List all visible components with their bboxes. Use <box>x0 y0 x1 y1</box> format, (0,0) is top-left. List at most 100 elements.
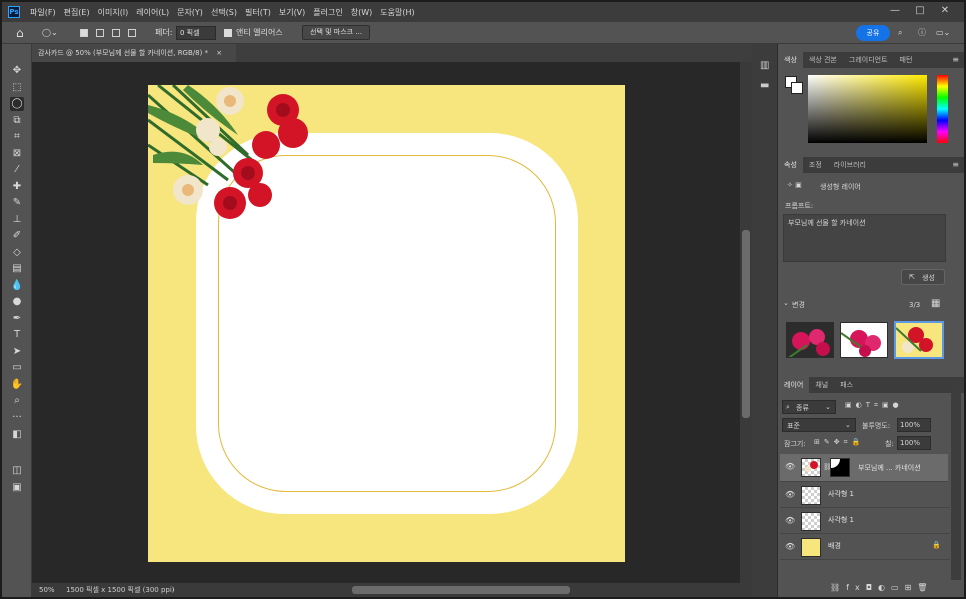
dodge-tool-icon[interactable]: ● <box>10 295 24 309</box>
marquee-tool-icon[interactable]: ⬚ <box>10 81 24 95</box>
menu-window[interactable]: 창(W) <box>347 7 377 18</box>
intersect-selection-icon[interactable] <box>128 29 136 37</box>
variation-thumb-2[interactable] <box>840 322 888 358</box>
menu-file[interactable]: 파일(F) <box>26 7 60 18</box>
brush-tool-icon[interactable]: ✎ <box>10 196 24 210</box>
quick-mask-icon[interactable]: ◫ <box>10 464 24 478</box>
menu-filter[interactable]: 필터(T) <box>241 7 275 18</box>
maximize-button[interactable]: □ <box>910 4 930 18</box>
home-icon[interactable]: ⌂ <box>16 26 24 40</box>
variation-thumb-3[interactable] <box>894 321 944 359</box>
comments-panel-icon[interactable]: ▬ <box>760 80 769 91</box>
subtract-selection-icon[interactable] <box>112 29 120 37</box>
menu-view[interactable]: 보기(V) <box>275 7 309 18</box>
panel-menu-icon[interactable]: ≡ <box>952 55 959 64</box>
menu-help[interactable]: 도움말(H) <box>376 7 418 18</box>
layer-row-generative[interactable]: 👁 ⛓ 부모님께 ... 카네이션 <box>780 454 948 482</box>
layer-row-shape-2[interactable]: 👁 사각형 1 <box>780 508 950 534</box>
zoom-tool-icon[interactable]: ⌕ <box>10 394 24 408</box>
zoom-level[interactable]: 50% <box>39 583 55 597</box>
workspace-icon[interactable]: ▭⌄ <box>936 26 950 40</box>
layer-filter-icons[interactable]: ▣◐T⌗▣● <box>845 401 903 410</box>
horizontal-scroll-thumb[interactable] <box>352 586 570 594</box>
blend-mode-select[interactable]: 표준 ⌄ <box>782 418 856 432</box>
menu-type[interactable]: 문자(Y) <box>173 7 207 18</box>
layer-mask-thumbnail[interactable] <box>830 458 850 477</box>
gradient-tool-icon[interactable]: ▤ <box>10 262 24 276</box>
grid-view-icon[interactable]: ▦ <box>931 298 940 309</box>
rectangle-tool-icon[interactable]: ▭ <box>10 361 24 375</box>
layer-row-shape-1[interactable]: 👁 사각형 1 <box>780 482 950 508</box>
lock-icon: 🔒 <box>932 541 941 549</box>
layer-actions-icons[interactable]: ⛓fx◘◐▭⊞🗑 <box>830 583 933 592</box>
chevron-down-icon[interactable]: ⌄ <box>783 299 789 307</box>
visibility-eye-icon[interactable]: 👁 <box>785 542 795 551</box>
menu-plugins[interactable]: 플러그인 <box>309 7 346 18</box>
select-and-mask-button[interactable]: 선택 및 마스크 ... <box>302 25 370 40</box>
layer-filter-select[interactable]: ⌕ 종류 ⌄ <box>782 400 836 414</box>
layers-scrollbar[interactable] <box>951 380 961 580</box>
tab-channels[interactable]: 채널 <box>809 377 834 393</box>
menu-select[interactable]: 선택(S) <box>207 7 241 18</box>
minimize-button[interactable]: — <box>885 4 905 18</box>
panel-menu-icon[interactable]: ≡ <box>952 160 959 169</box>
close-button[interactable]: ✕ <box>935 4 955 18</box>
new-selection-icon[interactable] <box>80 29 88 37</box>
generate-button[interactable]: ⇱ 생성 <box>901 269 945 285</box>
screen-mode-icon[interactable]: ▣ <box>10 481 24 495</box>
type-tool-icon[interactable]: T <box>10 328 24 342</box>
menu-edit[interactable]: 편집(E) <box>60 7 94 18</box>
visibility-eye-icon[interactable]: 👁 <box>785 490 795 499</box>
stamp-tool-icon[interactable]: ⊥ <box>10 213 24 227</box>
object-selection-tool-icon[interactable]: ⧉ <box>10 114 24 128</box>
feather-input[interactable]: 0 픽셀 <box>176 26 216 40</box>
path-selection-icon[interactable]: ➤ <box>10 345 24 359</box>
tab-libraries[interactable]: 라이브러리 <box>828 157 872 173</box>
hand-tool-icon[interactable]: ✋ <box>10 378 24 392</box>
opacity-input[interactable]: 100% <box>897 418 931 432</box>
layer-row-background[interactable]: 👁 배경 🔒 <box>780 534 950 560</box>
variation-thumb-1[interactable] <box>786 322 834 358</box>
frame-tool-icon[interactable]: ⊠ <box>10 147 24 161</box>
crop-tool-icon[interactable]: ⌗ <box>10 130 24 144</box>
close-tab-icon[interactable]: × <box>216 49 222 57</box>
add-selection-icon[interactable] <box>96 29 104 37</box>
tab-properties[interactable]: 속성 <box>778 157 803 173</box>
eraser-tool-icon[interactable]: ◇ <box>10 246 24 260</box>
eyedropper-tool-icon[interactable]: ⁄ <box>10 163 24 177</box>
blur-tool-icon[interactable]: 💧 <box>10 279 24 293</box>
tab-paths[interactable]: 패스 <box>834 377 859 393</box>
lasso-tool-icon[interactable]: ◯ <box>10 97 24 111</box>
history-brush-icon[interactable]: ✐ <box>10 229 24 243</box>
help-icon[interactable]: ⓘ <box>918 26 926 40</box>
menu-image[interactable]: 이미지(I) <box>94 7 133 18</box>
lasso-tool-preset-icon[interactable]: ◯⌄ <box>42 26 58 40</box>
hue-slider[interactable] <box>937 75 948 143</box>
move-tool-icon[interactable]: ✥ <box>10 64 24 78</box>
color-field[interactable] <box>808 75 927 143</box>
tab-adjustments[interactable]: 조정 <box>803 157 828 173</box>
search-icon[interactable]: ⌕ <box>898 26 902 40</box>
history-panel-icon[interactable]: ▥ <box>760 60 769 71</box>
antialias-checkbox[interactable] <box>224 29 232 37</box>
tab-color[interactable]: 색상 <box>778 52 803 68</box>
tab-gradients[interactable]: 그레이디언트 <box>843 52 894 68</box>
lock-icons[interactable]: ⊞✎✥⌗🔒 <box>814 438 864 447</box>
prompt-textarea[interactable]: 부모님께 선물 할 카네이션 <box>783 214 946 262</box>
share-button[interactable]: 공유 <box>856 25 890 41</box>
tab-patterns[interactable]: 패턴 <box>894 52 919 68</box>
background-color-swatch[interactable] <box>791 82 803 94</box>
healing-brush-icon[interactable]: ✚ <box>10 180 24 194</box>
tab-swatches[interactable]: 색상 견본 <box>803 52 843 68</box>
visibility-eye-icon[interactable]: 👁 <box>785 462 795 471</box>
more-tools-icon[interactable]: ··· <box>10 411 24 425</box>
tab-layers[interactable]: 레이어 <box>778 377 810 393</box>
pen-tool-icon[interactable]: ✒ <box>10 312 24 326</box>
vertical-scroll-thumb[interactable] <box>742 230 750 418</box>
status-arrow-icon[interactable]: › <box>172 583 175 597</box>
fill-input[interactable]: 100% <box>897 436 931 450</box>
color-swatches-icon[interactable]: ◧ <box>10 428 24 442</box>
visibility-eye-icon[interactable]: 👁 <box>785 516 795 525</box>
menu-layer[interactable]: 레이어(L) <box>132 7 173 18</box>
document-tab[interactable]: 감사카드 @ 50% (부모님께 선물 할 카네이션, RGB/8) * × <box>32 44 236 62</box>
